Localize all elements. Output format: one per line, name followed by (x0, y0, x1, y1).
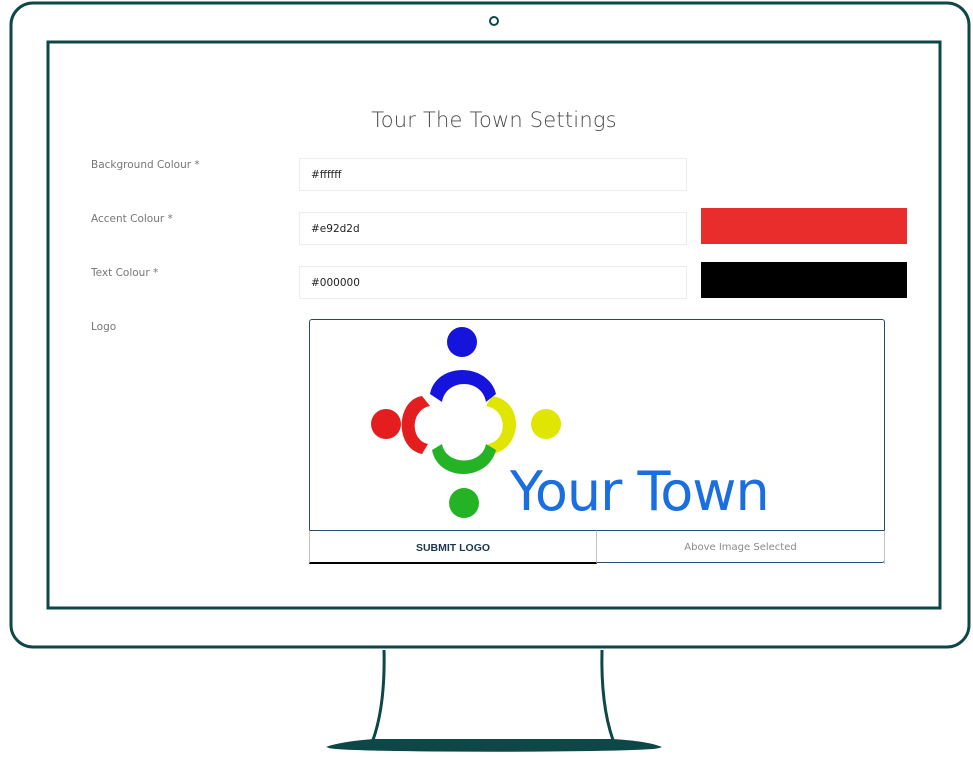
background-colour-label: Background Colour * (91, 159, 200, 171)
logo-figure-blue (430, 327, 496, 402)
text-colour-swatch (701, 262, 907, 298)
logo-figure-yellow (486, 396, 561, 454)
submit-logo-button[interactable]: SUBMIT LOGO (309, 530, 597, 564)
stand-right-edge (600, 649, 615, 741)
text-colour-label: Text Colour * (91, 267, 159, 279)
logo-image (371, 327, 561, 518)
logo-actions: SUBMIT LOGO Above Image Selected (309, 530, 885, 564)
logo-figure-red (371, 396, 430, 454)
image-selection-status: Above Image Selected (597, 530, 885, 564)
webcam-icon (489, 16, 499, 26)
text-colour-input[interactable] (299, 266, 687, 299)
page-title: Tour The Town Settings (371, 108, 617, 132)
logo-preview: Your Town (309, 319, 885, 563)
stand-base (326, 739, 663, 752)
accent-colour-input[interactable] (299, 212, 687, 245)
accent-colour-label: Accent Colour * (91, 213, 173, 225)
logo-label: Logo (91, 321, 117, 333)
logo-wordmark: Your Town (510, 460, 770, 523)
stand-left-edge (371, 649, 386, 741)
background-colour-input[interactable] (299, 158, 687, 191)
logo-figure-green (432, 444, 496, 518)
app-screen: Tour The Town Settings Background Colour… (50, 44, 938, 606)
accent-colour-swatch (701, 208, 907, 244)
monitor-mockup: Tour The Town Settings Background Colour… (0, 0, 973, 758)
